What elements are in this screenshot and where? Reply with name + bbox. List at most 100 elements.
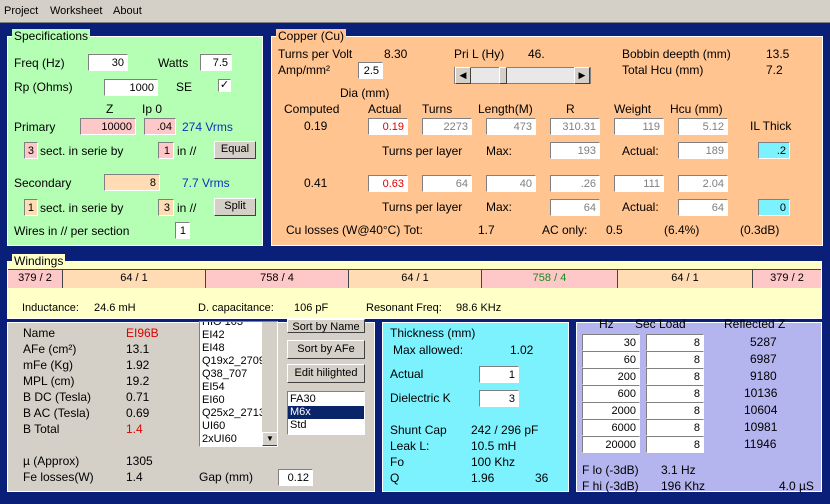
secondary-max-label: Max:	[486, 200, 513, 214]
leak-label: Leak L:	[390, 439, 430, 453]
material-list-item-selected[interactable]: M6x	[288, 406, 364, 419]
material-list[interactable]: FA30 M6x Std	[287, 391, 365, 435]
q-value: 1.96	[471, 471, 495, 485]
dia-label: Dia (mm)	[340, 86, 390, 100]
reflected-z-value: 11946	[744, 437, 777, 451]
secondary-z-input[interactable]: 8	[104, 174, 160, 191]
load-input[interactable]: 8	[646, 351, 704, 368]
hz-input[interactable]: 60	[582, 351, 640, 368]
hz-input[interactable]: 20000	[582, 436, 640, 453]
sort-by-afe-button[interactable]: Sort by AFe	[287, 340, 365, 359]
winding-cell: 379 / 2	[8, 270, 63, 288]
primary-weight-field: 119	[614, 118, 664, 135]
inductance-value: 24.6 mH	[94, 302, 136, 314]
load-input[interactable]: 8	[646, 368, 704, 385]
secondary-label: Secondary	[14, 176, 72, 190]
amp-input[interactable]: 2.5	[358, 62, 383, 79]
menu-project[interactable]: Project	[4, 5, 38, 17]
mpl-value: 19.2	[126, 374, 150, 388]
primary-il-thick-input[interactable]: .2	[758, 142, 790, 159]
winding-cell: 758 / 4	[482, 270, 618, 288]
core-list-scrollbar[interactable]: ▼	[262, 322, 277, 446]
material-list-item[interactable]: FA30	[288, 393, 364, 406]
secondary-parallel-input[interactable]: 3	[158, 199, 174, 216]
edit-hilighted-button[interactable]: Edit hilighted	[287, 364, 365, 383]
secondary-sections-input[interactable]: 1	[24, 199, 38, 216]
fe-losses-value: 1.4	[126, 470, 143, 484]
aconly-label: AC only:	[542, 223, 588, 237]
secondary-actual-label: Actual:	[622, 200, 659, 214]
primary-r-field: 310.31	[550, 118, 600, 135]
specifications-panel: Specifications Freq (Hz) 30 Watts 7.5 Rp…	[7, 29, 263, 246]
btotal-label: B Total	[23, 422, 60, 436]
flo-value: 3.1 Hz	[661, 463, 696, 477]
fe-losses-label: Fe losses(W)	[23, 470, 94, 484]
bobbin-label: Bobbin deepth (mm)	[622, 47, 731, 61]
load-input[interactable]: 8	[646, 436, 704, 453]
copper-title: Copper (Cu)	[276, 29, 347, 43]
reflected-z-value: 5287	[750, 335, 777, 349]
sort-by-name-button[interactable]: Sort by Name	[287, 319, 365, 333]
primary-actual-label: Actual:	[622, 144, 659, 158]
tpv-label: Turns per Volt	[278, 47, 353, 61]
secondary-sect-label: sect. in serie by	[40, 201, 124, 215]
culoss-value: 1.7	[478, 223, 495, 237]
primary-ip-input[interactable]: .04	[144, 118, 176, 135]
reflected-z-value: 10604	[744, 403, 778, 417]
freq-input[interactable]: 30	[88, 54, 128, 71]
hz-input[interactable]: 600	[582, 385, 640, 402]
load-input[interactable]: 8	[646, 402, 704, 419]
split-button[interactable]: Split	[214, 198, 256, 216]
reflected-z-header: Reflected Z	[724, 317, 786, 331]
dcap-label: D. capacitance:	[198, 302, 274, 314]
core-list[interactable]: HIO 103 EI42 EI48 Q19x2_2709 Q38_707 EI5…	[199, 321, 278, 447]
secondary-length-field: 40	[486, 175, 536, 192]
rp-input[interactable]: 1000	[104, 79, 158, 96]
load-input[interactable]: 8	[646, 419, 704, 436]
hz-input[interactable]: 6000	[582, 419, 640, 436]
primary-label: Primary	[14, 120, 56, 134]
pril-slider[interactable]: ◀ ▶	[454, 67, 591, 84]
z-header: Z	[106, 102, 114, 116]
primary-hcu-field: 5.12	[678, 118, 728, 135]
flo-label: F lo (-3dB)	[582, 463, 639, 477]
hz-input[interactable]: 200	[582, 368, 640, 385]
hcu-label: Total Hcu (mm)	[622, 63, 704, 77]
secondary-weight-field: 111	[614, 175, 664, 192]
slider-thumb[interactable]	[499, 67, 507, 84]
material-list-item[interactable]: Std	[288, 419, 364, 432]
mpl-label: MPL (cm)	[23, 374, 75, 388]
watts-input[interactable]: 7.5	[200, 54, 232, 71]
reflected-z-value: 9180	[750, 369, 777, 383]
hz-input[interactable]: 30	[582, 334, 640, 351]
equal-button[interactable]: Equal	[214, 141, 256, 159]
gap-input[interactable]: 0.12	[278, 469, 313, 486]
primary-sections-input[interactable]: 3	[24, 142, 38, 159]
load-input[interactable]: 8	[646, 385, 704, 402]
dielectric-input[interactable]: 3	[479, 390, 519, 407]
slider-right-arrow-icon[interactable]: ▶	[574, 67, 590, 84]
actual-thickness-input[interactable]: 1	[479, 366, 519, 383]
hz-input[interactable]: 2000	[582, 402, 640, 419]
scroll-down-arrow-icon[interactable]: ▼	[262, 432, 277, 446]
primary-z-input[interactable]: 10000	[80, 118, 136, 135]
resonant-label: Resonant Freq:	[366, 302, 442, 314]
secondary-il-thick-input[interactable]: 0	[758, 199, 790, 216]
primary-parallel-input[interactable]: 1	[158, 142, 174, 159]
load-input[interactable]: 8	[646, 334, 704, 351]
hz-header: Hz	[599, 317, 614, 331]
actual-header: Actual	[368, 102, 402, 116]
primary-actual-dia-input[interactable]: 0.19	[368, 118, 408, 135]
q-label: Q	[390, 471, 400, 485]
secondary-actual-dia-input[interactable]: 0.63	[368, 175, 408, 192]
ip0-header: Ip 0	[142, 102, 163, 116]
leak-value: 10.5 mH	[471, 439, 517, 453]
menu-worksheet[interactable]: Worksheet	[50, 5, 102, 17]
primary-max-label: Max:	[486, 144, 513, 158]
wires-input[interactable]: 1	[175, 222, 190, 239]
menu-about[interactable]: About	[113, 5, 142, 17]
amp-label: Amp/mm²	[278, 63, 330, 77]
slider-left-arrow-icon[interactable]: ◀	[455, 67, 471, 84]
fo-label: Fo	[390, 455, 405, 469]
se-checkbox[interactable]: ✓	[218, 79, 231, 92]
